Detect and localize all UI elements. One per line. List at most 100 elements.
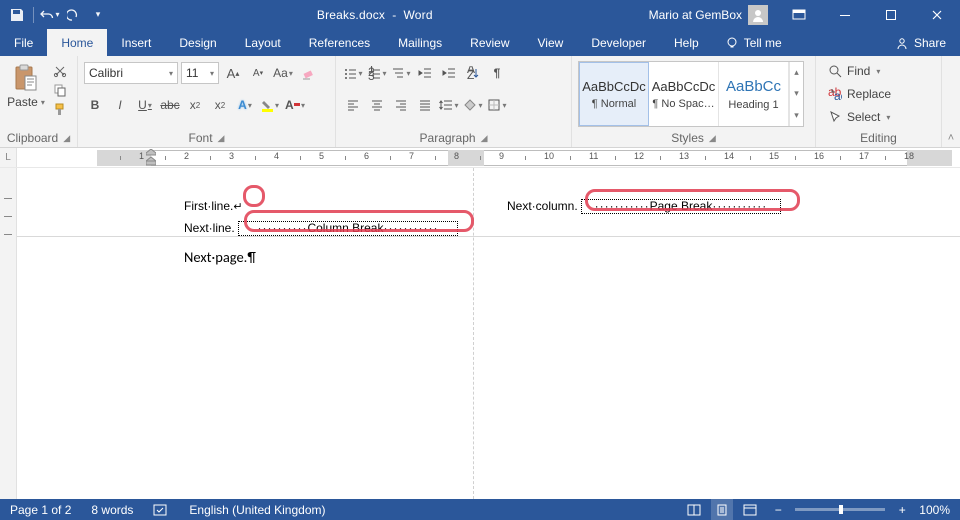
numbering-icon[interactable]: 123▾ [366,62,388,84]
group-styles: AaBbCcDc ¶ Normal AaBbCcDc ¶ No Spac… Aa… [572,56,816,147]
styles-scroll-up-icon[interactable]: ▴ [790,62,803,83]
align-right-icon[interactable] [390,94,412,116]
zoom-level[interactable]: 100% [919,503,950,517]
tab-design[interactable]: Design [165,29,230,56]
italic-button[interactable]: I [109,94,131,116]
dialog-launcher-icon[interactable]: ◢ [218,133,225,144]
find-button[interactable]: Find▾ [822,61,897,81]
status-language[interactable]: English (United Kingdom) [179,503,335,517]
change-case-icon[interactable]: Aa▾ [272,62,294,84]
show-marks-icon[interactable]: ¶ [486,62,508,84]
styles-expand-icon[interactable]: ▾ [790,105,803,126]
replace-icon: abac [828,87,842,101]
share-button[interactable]: Share [881,29,960,56]
tab-insert[interactable]: Insert [107,29,165,56]
styles-gallery[interactable]: AaBbCcDc ¶ Normal AaBbCcDc ¶ No Spac… Aa… [578,61,804,127]
undo-icon[interactable]: ▾ [39,4,61,26]
user-name: Mario at GemBox [649,8,742,22]
ribbon-display-options-icon[interactable] [776,0,822,29]
dialog-launcher-icon[interactable]: ◢ [63,133,70,144]
shading-icon[interactable]: ▾ [462,94,484,116]
group-paragraph: ▾ 123▾ ▾ AZ ¶ ▾ ▾ ▾ Paragraph◢ [336,56,572,147]
tab-mailings[interactable]: Mailings [384,29,456,56]
subscript-button[interactable]: x2 [184,94,206,116]
styles-scroll-down-icon[interactable]: ▾ [790,83,803,104]
page-break-field: ···········Page Break··········· [581,199,781,214]
multilevel-icon[interactable]: ▾ [390,62,412,84]
redo-icon[interactable] [63,4,85,26]
maximize-icon[interactable] [868,0,914,29]
dialog-launcher-icon[interactable]: ◢ [481,133,488,144]
tab-layout[interactable]: Layout [231,29,295,56]
tab-view[interactable]: View [524,29,578,56]
replace-button[interactable]: abacReplace [822,84,897,104]
status-bar: Page 1 of 2 8 words English (United King… [0,499,960,520]
superscript-button[interactable]: x2 [209,94,231,116]
dialog-launcher-icon[interactable]: ◢ [709,133,716,144]
tab-selector-icon[interactable]: L [0,148,17,167]
font-size-combo[interactable]: 11▾ [181,62,219,84]
zoom-in-icon[interactable]: + [891,499,913,520]
account-user[interactable]: Mario at GemBox [641,5,776,25]
highlight-icon[interactable]: ▾ [259,94,281,116]
column-break-field: ··········Column Break··········· [238,221,458,236]
inc-indent-icon[interactable] [438,62,460,84]
view-web-icon[interactable] [739,499,761,520]
status-page[interactable]: Page 1 of 2 [0,503,81,517]
qat-customize-icon[interactable]: ▾ [87,4,109,26]
ruler-horizontal[interactable]: L 123456789101112131415161718 [0,148,960,168]
bold-button[interactable]: B [84,94,106,116]
window-title: Breaks.docx - Word [109,8,641,22]
bullets-icon[interactable]: ▾ [342,62,364,84]
underline-button[interactable]: U▾ [134,94,156,116]
copy-icon[interactable] [50,82,70,98]
tab-home[interactable]: Home [47,29,107,56]
borders-icon[interactable]: ▾ [486,94,508,116]
font-color-icon[interactable]: A▾ [284,94,306,116]
ribbon: Paste▾ Clipboard◢ Calibri▾ 11▾ A▴ A▾ Aa▾… [0,56,960,148]
tab-review[interactable]: Review [456,29,523,56]
style-normal[interactable]: AaBbCcDc ¶ Normal [579,62,649,126]
paste-button[interactable]: Paste▾ [6,59,46,109]
shrink-font-icon[interactable]: A▾ [247,62,269,84]
select-button[interactable]: Select▾ [822,107,897,127]
find-icon [828,64,842,78]
line-spacing-icon[interactable]: ▾ [438,94,460,116]
close-icon[interactable] [914,0,960,29]
select-icon [828,110,842,124]
view-print-icon[interactable] [711,499,733,520]
zoom-out-icon[interactable]: − [767,499,789,520]
doc-text-line: Next·page.¶ [184,248,256,266]
sort-icon[interactable]: AZ [462,62,484,84]
justify-icon[interactable] [414,94,436,116]
tab-help[interactable]: Help [660,29,713,56]
save-icon[interactable] [6,4,28,26]
collapse-ribbon-icon[interactable]: ˄ [948,132,954,144]
ruler-vertical[interactable] [0,168,17,499]
group-editing: Find▾ abacReplace Select▾ Editing [816,56,942,147]
minimize-icon[interactable] [822,0,868,29]
tab-developer[interactable]: Developer [577,29,660,56]
tab-references[interactable]: References [295,29,384,56]
align-left-icon[interactable] [342,94,364,116]
dec-indent-icon[interactable] [414,62,436,84]
align-center-icon[interactable] [366,94,388,116]
status-spellcheck-icon[interactable] [143,503,179,517]
status-words[interactable]: 8 words [81,503,143,517]
tab-file[interactable]: File [0,29,47,56]
style-nospacing[interactable]: AaBbCcDc ¶ No Spac… [649,62,719,126]
svg-text:ac: ac [834,89,842,101]
document-page[interactable]: First·line.↵ Next·line. ··········Column… [17,168,960,499]
zoom-slider[interactable] [795,508,885,511]
grow-font-icon[interactable]: A▴ [222,62,244,84]
text-effects-icon[interactable]: A▾ [234,94,256,116]
font-name-combo[interactable]: Calibri▾ [84,62,178,84]
strike-button[interactable]: abc [159,94,181,116]
tell-me[interactable]: Tell me [713,29,794,56]
style-heading1[interactable]: AaBbCc Heading 1 [719,62,789,126]
document-area: First·line.↵ Next·line. ··········Column… [0,168,960,499]
view-read-icon[interactable] [683,499,705,520]
cut-icon[interactable] [50,63,70,79]
clear-formatting-icon[interactable] [297,62,319,84]
format-painter-icon[interactable] [50,101,70,117]
